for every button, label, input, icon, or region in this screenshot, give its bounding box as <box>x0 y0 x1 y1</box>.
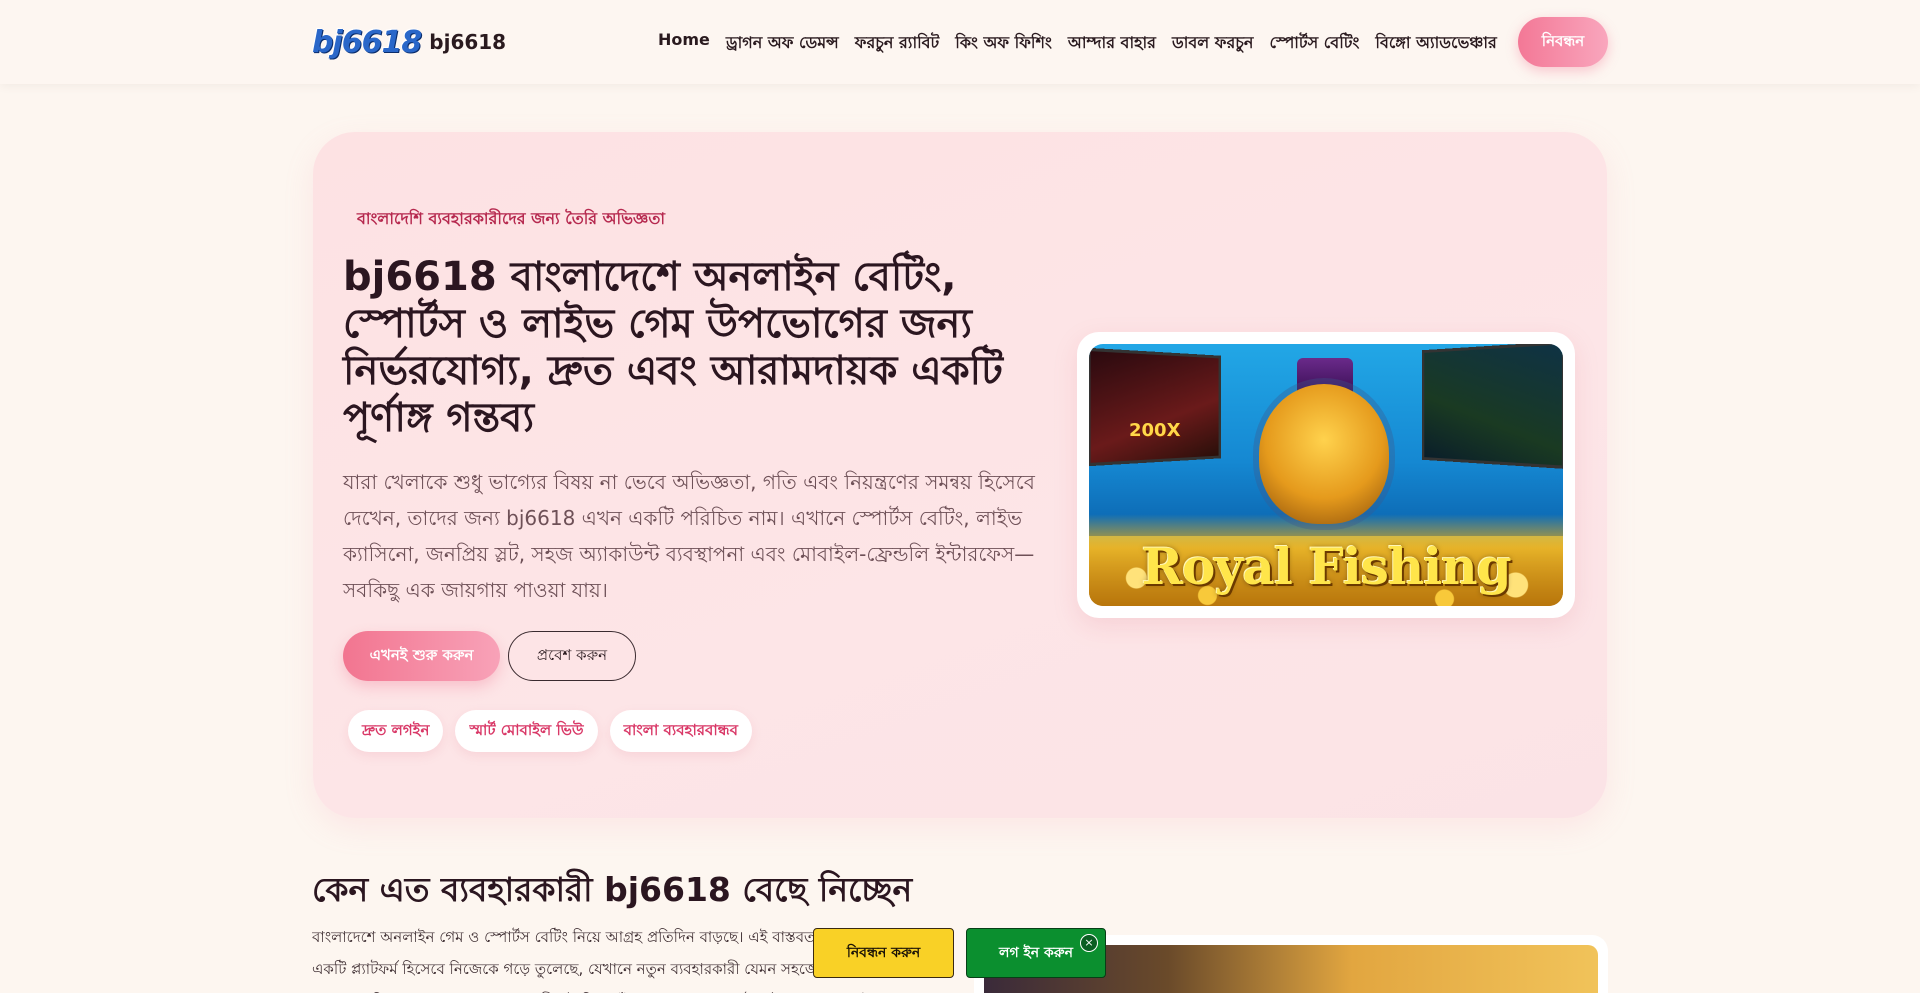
start-now-button[interactable]: এখনই শুরু করুন <box>343 631 500 681</box>
hero-section: বাংলাদেশি ব্যবহারকারীদের জন্য তৈরি অভিজ্… <box>313 132 1607 818</box>
hero-title: bj6618 বাংলাদেশে অনলাইন বেটিং, স্পোর্টস … <box>343 254 1003 441</box>
nav-item-bingo-adventure[interactable]: বিঙ্গো অ্যাডভেঞ্চার <box>1375 30 1496 57</box>
main-nav: Home ড্রাগন অফ ডেমন্স ফরচুন র‍্যাবিট কিং… <box>658 30 1497 57</box>
brand-name: bj6618 <box>429 30 507 54</box>
section-title: কেন এত ব্যবহারকারী bj6618 বেছে নিচ্ছেন <box>312 870 913 909</box>
feature-chips: দ্রুত লগইন স্মার্ট মোবাইল ভিউ বাংলা ব্যব… <box>348 710 752 752</box>
enter-button[interactable]: প্রবেশ করুন <box>508 631 636 681</box>
nav-item-king-of-fishing[interactable]: কিং অফ ফিশিং <box>955 30 1052 57</box>
nav-item-fortune-rabbit[interactable]: ফরচুন র‍্যাবিট <box>855 30 940 57</box>
hero-eyebrow: বাংলাদেশি ব্যবহারকারীদের জন্য তৈরি অভিজ্… <box>357 209 665 228</box>
chip-smart-mobile-view: স্মার্ট মোবাইল ভিউ <box>455 710 598 752</box>
logo-mark-text: bj6618 <box>312 24 422 60</box>
nav-item-andar-bahar[interactable]: আম্দার বাহার <box>1068 30 1156 57</box>
multiplier-label: 200X <box>1129 420 1181 441</box>
nav-item-sports-betting[interactable]: স্পোর্টস বেটিং <box>1269 30 1359 57</box>
game-screen-left <box>1089 347 1222 467</box>
chip-bangla-friendly: বাংলা ব্যবহারবান্ধব <box>609 710 752 752</box>
nav-item-double-fortune[interactable]: ডাবল ফরচুন <box>1172 30 1254 57</box>
logo[interactable]: bj6618 bj6618 <box>312 20 506 64</box>
logo-mark: bj6618 <box>312 24 422 60</box>
site-header: bj6618 bj6618 Home ড্রাগন অফ ডেমন্স ফরচু… <box>0 0 1920 84</box>
nav-item-dragon-of-demons[interactable]: ড্রাগন অফ ডেমন্স <box>726 30 839 57</box>
floating-register-button[interactable]: নিবন্ধন করুন <box>813 928 954 978</box>
register-button[interactable]: নিবন্ধন <box>1518 17 1608 67</box>
royal-fishing-banner[interactable]: 200X Royal Fishing <box>1089 344 1563 606</box>
game-screen-right <box>1421 344 1563 469</box>
section-text-line: পারেন, অভিজ্ঞ খেলোয়াড়রাও প্রয়োজনীয় ব… <box>312 985 962 993</box>
game-title: Royal Fishing <box>1141 537 1511 596</box>
fish-character <box>1259 384 1389 524</box>
chip-fast-login: দ্রুত লগইন <box>348 710 444 752</box>
nav-item-home[interactable]: Home <box>658 30 710 57</box>
hero-image-frame: 200X Royal Fishing <box>1077 332 1575 618</box>
hero-description: যারা খেলাকে শুধু ভাগ্যের বিষয় না ভেবে অ… <box>343 470 1035 602</box>
close-icon[interactable]: × <box>1080 934 1098 952</box>
